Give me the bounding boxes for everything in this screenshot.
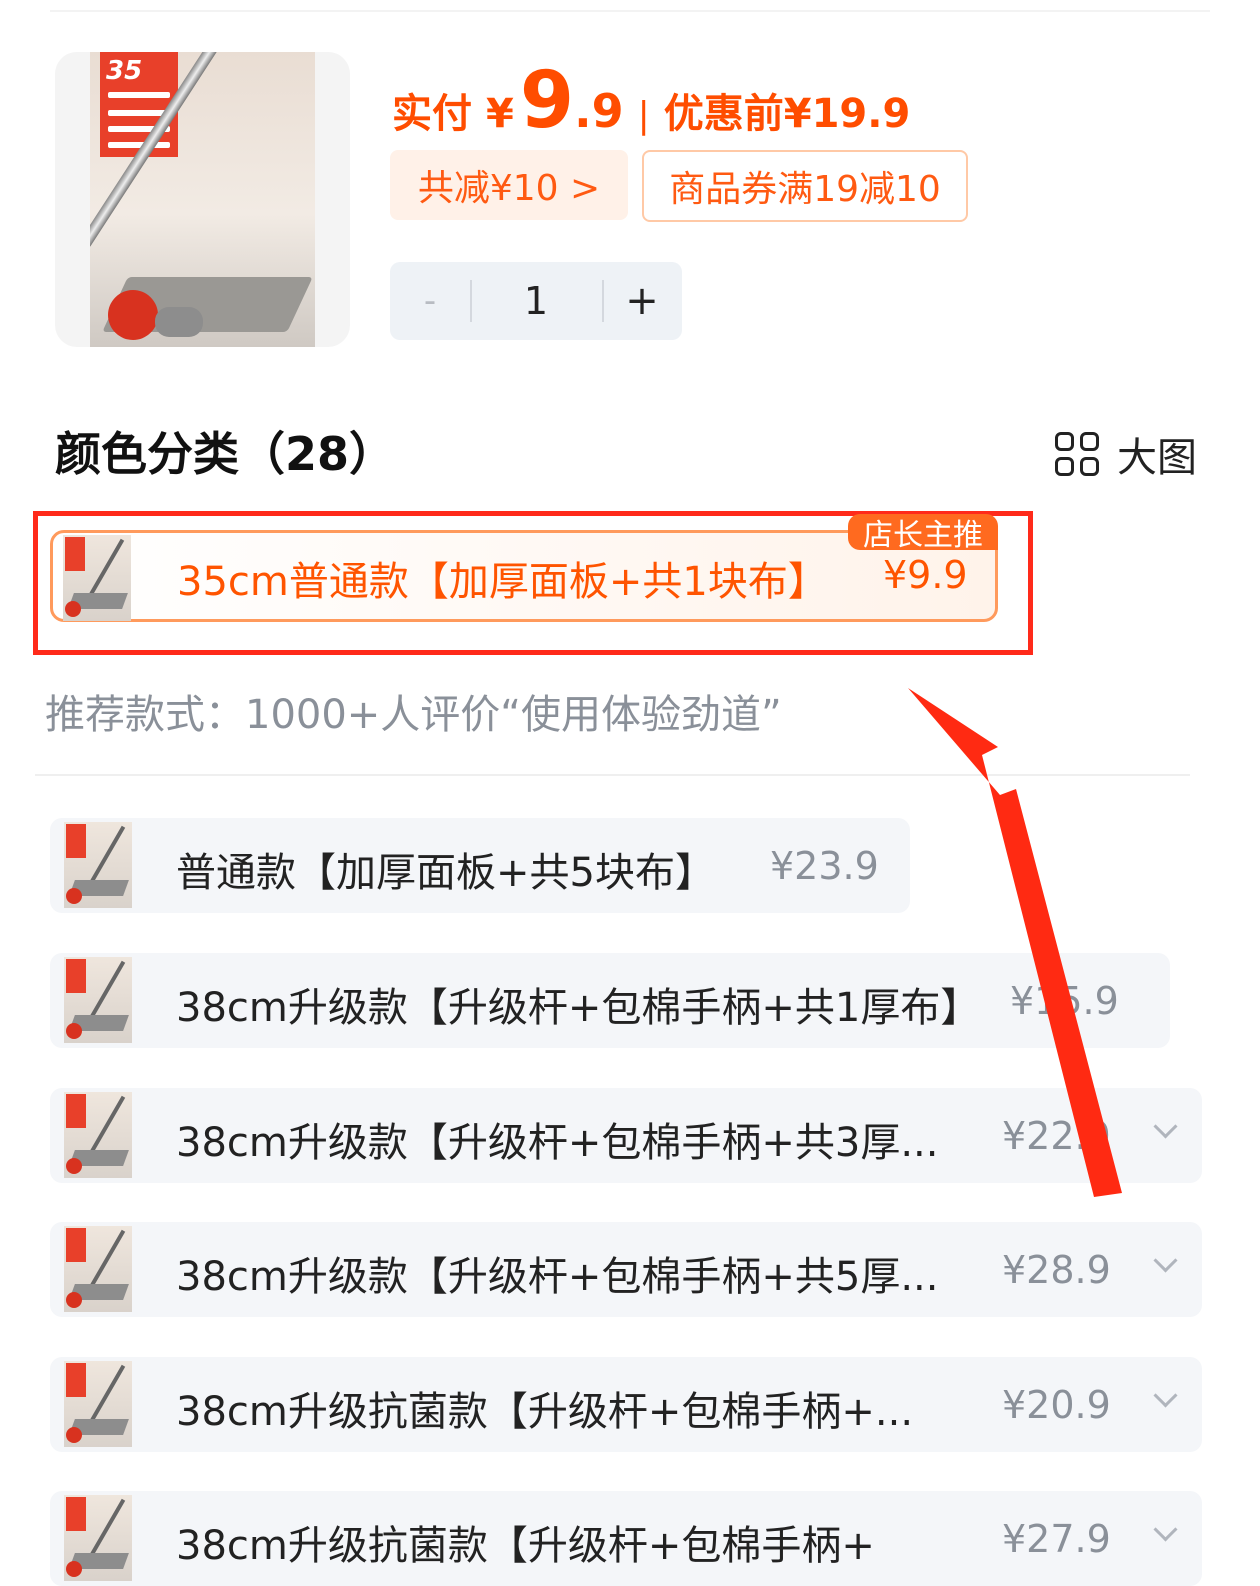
option-name: 普通款【加厚面板+共5块布】: [176, 850, 715, 896]
big-view-label: 大图: [1117, 435, 1197, 481]
divider: [35, 774, 1190, 776]
option-item[interactable]: 38cm升级款【升级杆+包棉手柄+共3厚... ¥22.9: [50, 1088, 1202, 1183]
option-item[interactable]: 38cm升级抗菌款【升级杆+包棉手柄+ ¥27.9: [50, 1491, 1202, 1586]
option-item[interactable]: 普通款【加厚面板+共5块布】 ¥23.9: [50, 818, 910, 913]
option-thumbnail: [64, 957, 132, 1043]
option-price: ¥28.9: [1002, 1248, 1111, 1292]
increase-button[interactable]: +: [602, 262, 682, 340]
option-name: 38cm升级抗菌款【升级杆+包棉手柄+...: [176, 1389, 914, 1435]
option-thumbnail: [64, 1226, 132, 1312]
price-line: 实付 ¥ 9 .9 | 优惠前¥19.9: [392, 56, 911, 146]
option-item[interactable]: 38cm升级抗菌款【升级杆+包棉手柄+... ¥20.9: [50, 1357, 1202, 1452]
shop-recommend-tag: 店长主推: [848, 514, 998, 553]
coupon-chip[interactable]: 商品券满19减10: [642, 150, 968, 222]
option-price: ¥20.9: [1002, 1383, 1111, 1427]
price-integer: 9: [519, 56, 575, 146]
option-thumbnail: [64, 1092, 132, 1178]
quantity-stepper: - 1 +: [390, 262, 682, 340]
option-price: ¥9.9: [883, 553, 968, 597]
recommendation-text: 推荐款式：1000+人评价“使用体验劲道”: [45, 692, 782, 738]
option-thumbnail: [64, 1361, 132, 1447]
option-name: 38cm升级款【升级杆+包棉手柄+共1厚布】: [176, 985, 981, 1031]
option-name: 35cm普通款【加厚面板+共1块布】: [177, 559, 828, 605]
price-decimal: .9: [574, 84, 624, 138]
big-view-toggle[interactable]: 大图: [1055, 425, 1197, 483]
discount-chip[interactable]: 共减¥10 >: [390, 150, 628, 220]
option-price: ¥15.9: [1010, 979, 1119, 1023]
option-thumbnail: [64, 822, 132, 908]
product-image[interactable]: 35: [55, 52, 350, 347]
price-separator: |: [637, 95, 650, 136]
chevron-down-icon[interactable]: [1153, 1114, 1178, 1139]
option-item[interactable]: 38cm升级款【升级杆+包棉手柄+共1厚布】 ¥15.9: [50, 953, 1170, 1048]
option-name: 38cm升级抗菌款【升级杆+包棉手柄+: [176, 1523, 875, 1569]
original-price: 优惠前¥19.9: [663, 91, 911, 137]
currency-symbol: ¥: [486, 91, 514, 137]
option-thumbnail: [63, 535, 131, 621]
price-label: 实付: [392, 91, 472, 137]
option-name: 38cm升级款【升级杆+包棉手柄+共3厚...: [176, 1120, 939, 1166]
quantity-value[interactable]: 1: [470, 262, 602, 340]
option-price: ¥22.9: [1002, 1114, 1111, 1158]
chevron-down-icon[interactable]: [1153, 1248, 1178, 1273]
grid-icon: [1055, 432, 1099, 476]
option-price: ¥27.9: [1002, 1517, 1111, 1561]
chevron-down-icon[interactable]: [1153, 1517, 1178, 1542]
decrease-button[interactable]: -: [390, 262, 470, 340]
size-label-graphic: 35: [100, 52, 178, 157]
option-item[interactable]: 38cm升级款【升级杆+包棉手柄+共5厚... ¥28.9: [50, 1222, 1202, 1317]
option-thumbnail: [64, 1495, 132, 1581]
section-title: 颜色分类（28）: [55, 427, 396, 481]
option-price: ¥23.9: [770, 844, 879, 888]
chevron-down-icon[interactable]: [1153, 1383, 1178, 1408]
option-name: 38cm升级款【升级杆+包棉手柄+共5厚...: [176, 1254, 939, 1300]
top-divider: [50, 10, 1210, 12]
